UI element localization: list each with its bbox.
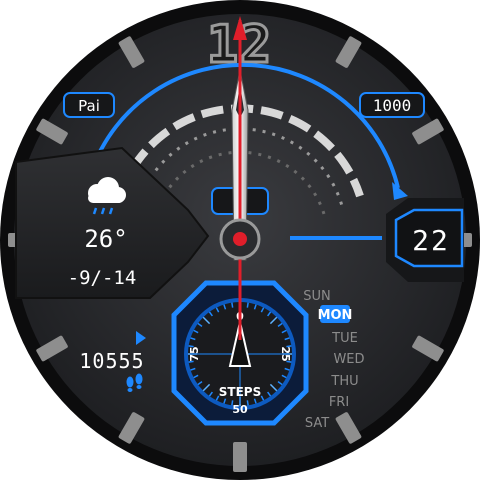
steps-tick bbox=[231, 302, 234, 308]
weekday-thu: THU bbox=[330, 374, 358, 389]
watch-face: 12 Pai 1000 0 26° -9/-14 bbox=[0, 0, 480, 480]
step-count: 10555 bbox=[79, 349, 144, 373]
steps-tick-50: 50 bbox=[232, 403, 248, 416]
weekday-tue: TUE bbox=[331, 331, 358, 346]
pai-label: Pai bbox=[78, 97, 100, 115]
weekday-sun: SUN bbox=[303, 289, 331, 304]
steps-dial-label: STEPS bbox=[219, 385, 261, 399]
hand-hub-center bbox=[233, 232, 247, 246]
top-right-complication[interactable]: 1000 bbox=[359, 92, 425, 118]
steps-tick bbox=[246, 302, 249, 308]
weather-temperature: 26° bbox=[84, 225, 127, 253]
weekday-wed: WED bbox=[333, 352, 364, 367]
top-right-value: 1000 bbox=[373, 96, 412, 115]
weekday-mon: MON bbox=[318, 308, 353, 323]
hour-marker bbox=[233, 442, 247, 472]
weather-range: -9/-14 bbox=[68, 267, 137, 289]
weekday-fri: FRI bbox=[329, 395, 349, 410]
steps-tick-25: 25 bbox=[279, 346, 292, 361]
weekday-sat: SAT bbox=[305, 416, 329, 431]
day-of-month: 22 bbox=[412, 224, 450, 257]
pai-complication[interactable]: Pai bbox=[63, 92, 115, 118]
steps-tick-75: 75 bbox=[188, 346, 201, 361]
